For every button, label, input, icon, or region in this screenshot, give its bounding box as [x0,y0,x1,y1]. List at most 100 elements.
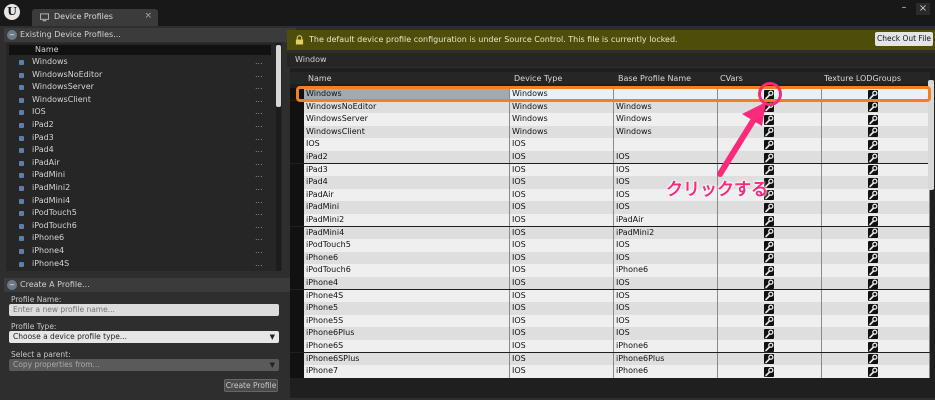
table-row[interactable]: iPhone5 IOS IOS [290,302,930,315]
wrench-icon[interactable] [764,328,774,339]
list-item[interactable]: WindowsClient... [9,94,271,107]
row-menu-icon[interactable]: ... [255,232,263,244]
cell-device-type[interactable]: IOS [510,151,614,164]
list-item[interactable]: iPhone6... [9,232,271,245]
cell-device-type[interactable]: IOS [510,251,614,265]
table-row[interactable]: IOS IOS [290,138,930,151]
wrench-icon[interactable] [868,303,878,314]
tab-close-icon[interactable]: × [144,11,152,21]
cell-name[interactable]: iPadMini4 [304,226,510,239]
wrench-icon[interactable] [868,341,878,352]
wrench-icon[interactable] [868,328,878,339]
cell-name[interactable]: iPhone6SPlus [304,352,510,365]
wrench-icon[interactable] [764,265,774,276]
cell-device-type[interactable]: IOS [510,163,614,176]
profile-name-input[interactable] [9,304,279,316]
wrench-icon[interactable] [764,303,774,314]
cell-name[interactable]: iPhone6 [304,251,510,265]
list-item[interactable]: iPadAir... [9,157,271,170]
cell-name[interactable]: iPodTouch6 [304,264,510,277]
table-row[interactable]: iPodTouch6 IOS iPhone6 [290,264,930,277]
cell-device-type[interactable]: IOS [510,314,614,328]
column-header-cvars[interactable]: CVars [720,74,743,83]
cell-base-profile[interactable]: IOS [614,314,718,328]
row-menu-icon[interactable]: ... [255,144,263,156]
cell-device-type[interactable]: IOS [510,264,614,277]
cell-name[interactable]: WindowsNoEditor [304,100,510,113]
row-menu-icon[interactable]: ... [255,56,263,68]
wrench-icon[interactable] [868,177,878,188]
wrench-icon[interactable] [764,253,774,264]
cell-base-profile[interactable]: iPhone6Plus [614,352,718,365]
cell-base-profile[interactable]: IOS [614,302,718,315]
wrench-icon[interactable] [764,341,774,352]
table-row[interactable]: iPhone7 IOS iPhone6 [290,365,930,378]
check-out-file-button[interactable]: Check Out File [875,32,933,46]
table-row[interactable]: iPadMini IOS IOS [290,201,930,214]
wrench-icon[interactable] [868,354,878,365]
table-row[interactable]: iPodTouch5 IOS IOS [290,239,930,252]
wrench-icon[interactable] [868,316,878,327]
create-profile-header[interactable]: − Create A Profile... [4,278,296,292]
profile-type-select[interactable]: Choose a device profile type... ▼ [9,331,279,343]
cell-name[interactable]: iPodTouch5 [304,239,510,252]
row-menu-icon[interactable]: ... [255,195,263,207]
table-row[interactable]: iPad4 IOS IOS [290,176,930,189]
cell-base-profile[interactable]: IOS [614,289,718,302]
row-menu-icon[interactable]: ... [255,207,263,219]
wrench-icon[interactable] [868,202,878,213]
cell-base-profile[interactable]: Windows [614,113,718,126]
cell-device-type[interactable]: IOS [510,327,614,340]
list-item[interactable]: iPadMini... [9,169,271,182]
cell-name[interactable]: iPad4 [304,176,510,189]
list-item[interactable]: iPodTouch5... [9,207,271,220]
table-row[interactable]: iPadMini4 IOS iPadMini2 [290,226,930,239]
table-row[interactable]: WindowsServer Windows Windows [290,113,930,126]
table-row[interactable]: iPhone6 IOS IOS [290,251,930,265]
table-row[interactable]: WindowsNoEditor Windows Windows [290,100,930,113]
row-menu-icon[interactable]: ... [255,258,263,270]
row-menu-icon[interactable]: ... [255,157,263,169]
list-item[interactable]: iPhone4S... [9,258,271,271]
cell-name[interactable]: iPadMini [304,201,510,214]
wrench-icon[interactable] [868,165,878,176]
list-column-header[interactable]: Name [9,45,271,55]
cell-name[interactable]: iPadMini2 [304,214,510,227]
cell-device-type[interactable]: IOS [510,188,614,202]
row-menu-icon[interactable]: ... [255,106,263,118]
wrench-icon[interactable] [764,316,774,327]
list-item[interactable]: iPad4... [9,144,271,157]
wrench-icon[interactable] [868,127,878,138]
wrench-icon[interactable] [868,240,878,251]
wrench-icon[interactable] [868,190,878,201]
cell-base-profile[interactable]: IOS [614,327,718,340]
cell-device-type[interactable]: IOS [510,352,614,365]
cell-base-profile[interactable]: iPadAir [614,214,718,227]
list-item[interactable]: IOS... [9,106,271,119]
table-row[interactable]: WindowsClient Windows Windows [290,125,930,139]
list-item[interactable]: iPadMini4... [9,195,271,208]
cell-base-profile[interactable]: Windows [614,125,718,139]
cell-name[interactable]: iPhone6S [304,340,510,353]
existing-profiles-header[interactable]: − Existing Device Profiles... [4,28,296,42]
wrench-icon[interactable] [764,228,774,239]
cell-device-type[interactable]: IOS [510,277,614,290]
cell-base-profile[interactable]: iPhone6 [614,365,718,378]
row-menu-icon[interactable]: ... [255,220,263,232]
cell-base-profile[interactable]: Windows [614,100,718,113]
table-row[interactable]: iPhone6Plus IOS IOS [290,327,930,340]
wrench-icon[interactable] [764,240,774,251]
column-header-base-profile[interactable]: Base Profile Name [618,74,691,83]
cell-base-profile[interactable]: IOS [614,239,718,252]
list-item[interactable]: iPad2... [9,119,271,132]
cell-device-type[interactable]: IOS [510,214,614,227]
wrench-icon[interactable] [868,102,878,113]
wrench-icon[interactable] [868,139,878,150]
close-window-button[interactable]: × [916,3,930,15]
list-scrollbar-thumb[interactable] [276,45,281,107]
cell-device-type[interactable]: IOS [510,201,614,214]
table-row[interactable]: iPadMini2 IOS iPadAir [290,214,930,227]
cell-name[interactable]: iPhone5 [304,302,510,315]
table-row[interactable]: iPhone5S IOS IOS [290,314,930,328]
list-item[interactable]: Windows... [9,56,271,69]
